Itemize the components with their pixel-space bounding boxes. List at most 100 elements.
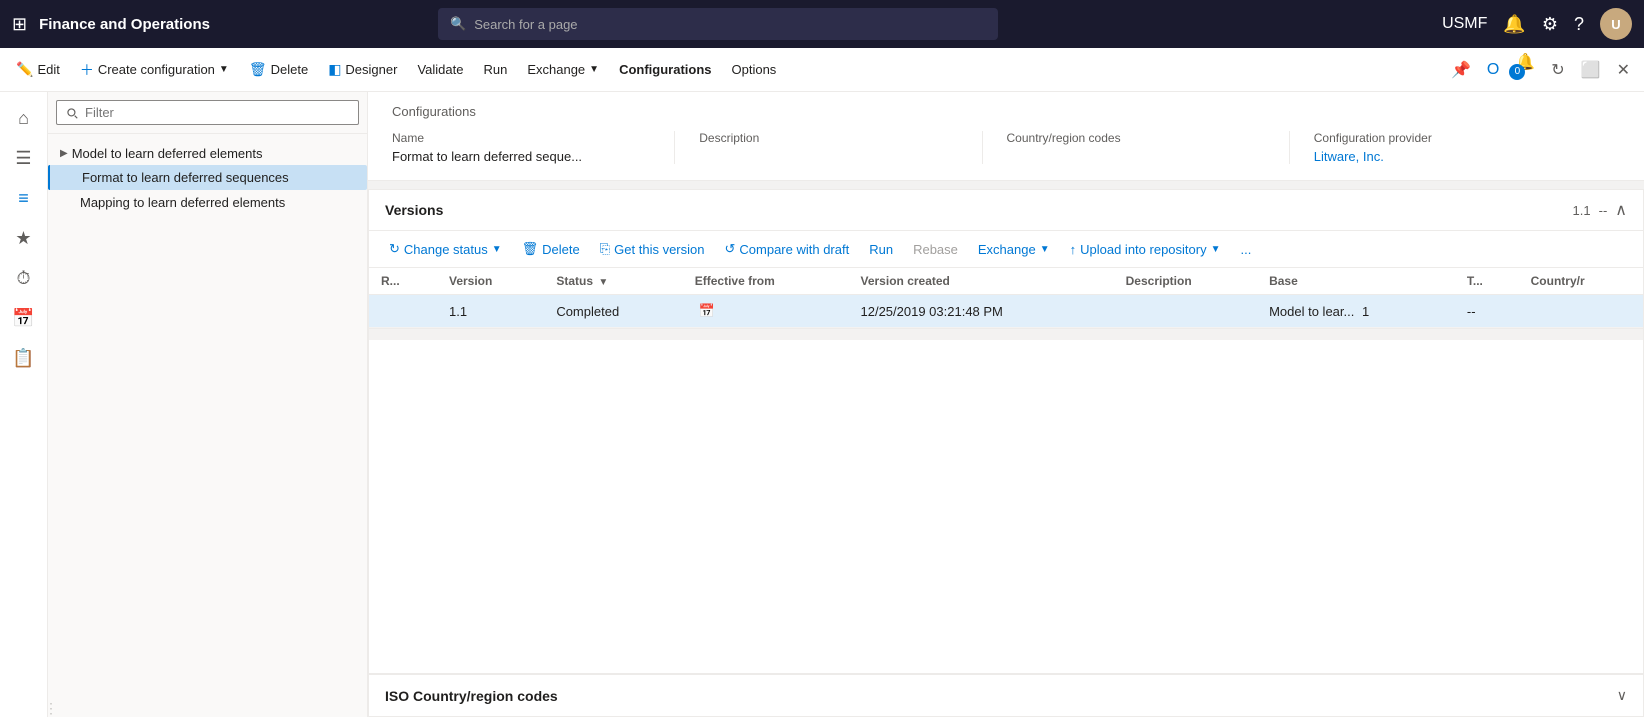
configurations-button[interactable]: Configurations — [611, 58, 719, 81]
tree-child-format[interactable]: Format to learn deferred sequences — [48, 165, 367, 190]
search-input[interactable] — [474, 17, 986, 32]
status-filter-icon[interactable]: ▼ — [598, 277, 608, 288]
base-link[interactable]: Model to lear... — [1269, 304, 1354, 319]
sidebar-filter-icon[interactable]: ☰ — [6, 140, 42, 176]
col-base[interactable]: Base — [1257, 268, 1455, 295]
country-value — [1007, 149, 1265, 164]
sidebar-list-icon[interactable]: ≡ — [6, 180, 42, 216]
change-status-chevron: ▼ — [492, 244, 502, 255]
tree-content: ▶ Model to learn deferred elements Forma… — [48, 134, 367, 700]
avatar[interactable]: U — [1600, 8, 1632, 40]
search-icon: 🔍 — [450, 16, 466, 32]
col-status[interactable]: Status ▼ — [544, 268, 682, 295]
section-title: Configurations — [392, 104, 1620, 119]
waffle-icon[interactable]: ⊞ — [12, 14, 27, 35]
provider-field: Configuration provider Litware, Inc. — [1314, 131, 1596, 164]
description-field: Description — [699, 131, 982, 164]
help-icon[interactable]: ? — [1574, 14, 1584, 35]
tree-panel: ▶ Model to learn deferred elements Forma… — [48, 92, 368, 717]
sidebar-star-icon[interactable]: ★ — [6, 220, 42, 256]
versions-table: R... Version Status ▼ Effective from Ver… — [369, 268, 1643, 328]
change-status-button[interactable]: ↻ Change status ▼ — [381, 237, 510, 261]
upload-icon: ↑ — [1070, 242, 1077, 257]
versions-trash-icon: 🗑 — [522, 241, 539, 257]
provider-value[interactable]: Litware, Inc. — [1314, 149, 1572, 164]
cell-t: -- — [1455, 295, 1519, 328]
cell-version: 1.1 — [437, 295, 544, 328]
cell-created: 12/25/2019 03:21:48 PM — [849, 295, 1114, 328]
close-icon[interactable]: ✕ — [1611, 56, 1636, 84]
sidebar-calendar-icon[interactable]: 📅 — [6, 300, 42, 336]
exchange-button[interactable]: Exchange ▼ — [519, 58, 607, 81]
change-status-icon: ↻ — [389, 241, 400, 257]
versions-table-wrap: R... Version Status ▼ Effective from Ver… — [369, 268, 1643, 328]
collapse-icon[interactable]: ∧ — [1615, 200, 1627, 220]
validate-button[interactable]: Validate — [409, 58, 471, 81]
col-effective[interactable]: Effective from — [683, 268, 849, 295]
more-button[interactable]: ... — [1233, 238, 1260, 261]
col-created[interactable]: Version created — [849, 268, 1114, 295]
designer-button[interactable]: ◧ Designer — [320, 57, 405, 82]
col-country[interactable]: Country/r — [1519, 268, 1643, 295]
options-button[interactable]: Options — [724, 58, 785, 81]
sidebar-clock-icon[interactable]: ⏱ — [6, 260, 42, 296]
cell-effective: 📅 — [683, 295, 849, 328]
delete-button[interactable]: 🗑 Delete — [241, 57, 316, 82]
rebase-button[interactable]: Rebase — [905, 238, 966, 261]
designer-icon: ◧ — [328, 61, 341, 78]
trash-icon: 🗑 — [249, 61, 267, 78]
iso-header[interactable]: ISO Country/region codes ∨ — [369, 675, 1643, 716]
versions-toolbar: ↻ Change status ▼ 🗑 Delete ⎘ Get this ve… — [369, 231, 1643, 268]
cmd-right-actions: 📌 O 🔔0 ↻ ⬜ ✕ — [1445, 48, 1636, 92]
versions-run-button[interactable]: Run — [861, 238, 901, 261]
run-button[interactable]: Run — [475, 58, 515, 81]
exchange-chevron: ▼ — [1040, 244, 1050, 255]
tree-child-mapping[interactable]: Mapping to learn deferred elements — [48, 190, 367, 215]
command-bar: ✏️ Edit ＋ Create configuration ▼ 🗑 Delet… — [0, 48, 1644, 92]
sidebar-home-icon[interactable]: ⌂ — [6, 100, 42, 136]
get-version-button[interactable]: ⎘ Get this version — [592, 237, 713, 261]
cell-desc — [1114, 295, 1257, 328]
provider-label: Configuration provider — [1314, 131, 1572, 145]
upload-chevron: ▼ — [1211, 244, 1221, 255]
cell-base: Model to lear... 1 — [1257, 295, 1455, 328]
notification-badge[interactable]: 🔔0 — [1509, 48, 1541, 92]
chevron-down-icon: ▼ — [219, 64, 229, 75]
col-t[interactable]: T... — [1455, 268, 1519, 295]
calendar-icon[interactable]: 📅 — [699, 303, 715, 318]
col-r[interactable]: R... — [369, 268, 437, 295]
versions-controls: 1.1 -- ∧ — [1573, 200, 1627, 220]
edit-button[interactable]: ✏️ Edit — [8, 57, 68, 82]
col-version[interactable]: Version — [437, 268, 544, 295]
content-area: Configurations Name Format to learn defe… — [368, 92, 1644, 717]
horizontal-scrollbar[interactable] — [369, 328, 1643, 340]
tree-parent-item[interactable]: ▶ Model to learn deferred elements — [48, 142, 367, 165]
chevron-down-icon: ▼ — [589, 64, 599, 75]
base-version[interactable]: 1 — [1362, 304, 1369, 319]
cell-r — [369, 295, 437, 328]
name-value: Format to learn deferred seque... — [392, 149, 650, 164]
description-label: Description — [699, 131, 957, 145]
top-navigation: ⊞ Finance and Operations 🔍 USMF 🔔 ⚙ ? U — [0, 0, 1644, 48]
upload-repo-button[interactable]: ↑ Upload into repository ▼ — [1062, 238, 1229, 261]
versions-exchange-button[interactable]: Exchange ▼ — [970, 238, 1058, 261]
office-icon[interactable]: O — [1481, 57, 1505, 83]
table-row[interactable]: 1.1 Completed 📅 12/25/2019 03:21:48 PM M… — [369, 295, 1643, 328]
pinned-icon[interactable]: 📌 — [1445, 56, 1477, 84]
compare-draft-button[interactable]: ↺ Compare with draft — [716, 237, 857, 261]
create-config-button[interactable]: ＋ Create configuration ▼ — [72, 56, 237, 84]
settings-icon[interactable]: ⚙ — [1542, 14, 1558, 35]
version-separator: -- — [1599, 203, 1608, 218]
notification-icon[interactable]: 🔔 — [1503, 14, 1525, 35]
config-header: Configurations Name Format to learn defe… — [368, 92, 1644, 181]
versions-delete-button[interactable]: 🗑 Delete — [514, 237, 588, 261]
tree-filter-input[interactable] — [56, 100, 359, 125]
refresh-icon[interactable]: ↻ — [1545, 56, 1570, 84]
sidebar-notes-icon[interactable]: 📋 — [6, 340, 42, 376]
name-label: Name — [392, 131, 650, 145]
table-header-row: R... Version Status ▼ Effective from Ver… — [369, 268, 1643, 295]
search-bar[interactable]: 🔍 — [438, 8, 998, 40]
col-desc[interactable]: Description — [1114, 268, 1257, 295]
resize-handle[interactable] — [48, 700, 54, 717]
maximize-icon[interactable]: ⬜ — [1575, 56, 1607, 84]
